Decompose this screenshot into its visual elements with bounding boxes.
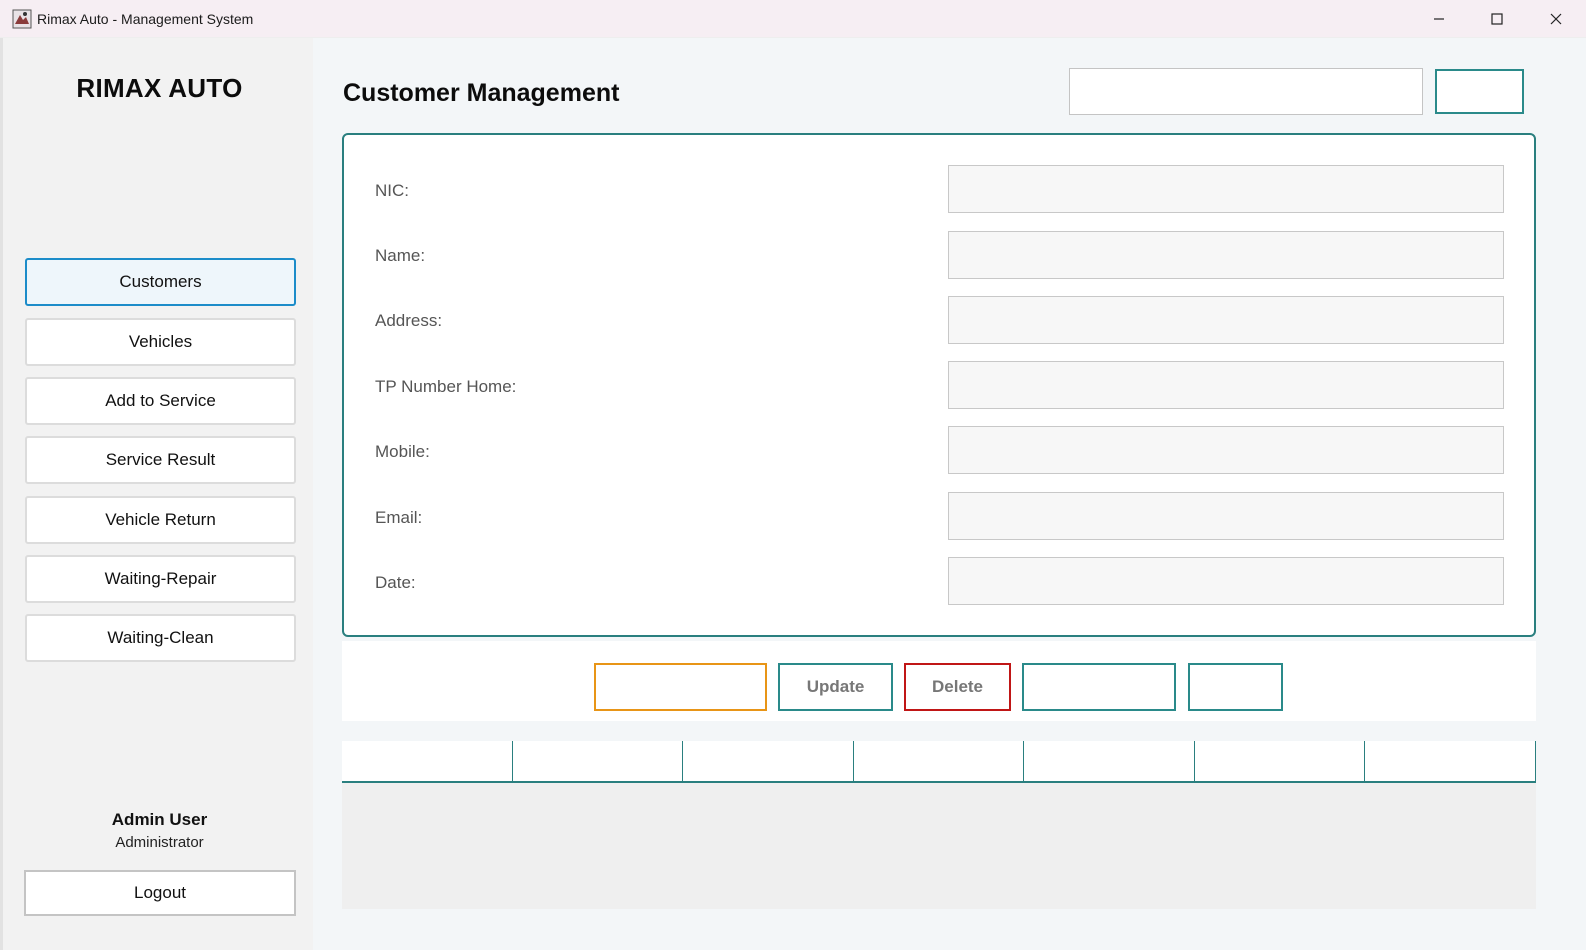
search-button[interactable] bbox=[1435, 69, 1524, 114]
table-column-header[interactable] bbox=[683, 741, 854, 781]
table-column-header[interactable] bbox=[1024, 741, 1195, 781]
user-name: Admin User bbox=[111, 810, 208, 829]
date-field[interactable] bbox=[948, 557, 1504, 605]
minimize-button[interactable] bbox=[1410, 0, 1468, 38]
table-header bbox=[342, 741, 1537, 783]
customer-table[interactable] bbox=[342, 741, 1537, 909]
address-label: Address: bbox=[375, 311, 443, 330]
sidebar: RIMAX AUTO Customers Vehicles Add to Ser… bbox=[0, 38, 313, 950]
nic-field[interactable] bbox=[948, 165, 1504, 213]
tp-home-field[interactable] bbox=[948, 361, 1504, 409]
sidebar-item-service-result[interactable]: Service Result bbox=[25, 436, 296, 484]
customer-form-panel: NIC: Name: Address: TP Number Home: Mobi… bbox=[342, 133, 1536, 637]
mobile-label: Mobile: bbox=[375, 442, 430, 461]
logout-button[interactable]: Logout bbox=[24, 870, 296, 916]
sidebar-item-vehicle-return[interactable]: Vehicle Return bbox=[25, 496, 296, 544]
name-label: Name: bbox=[375, 246, 426, 265]
sidebar-item-add-to-service[interactable]: Add to Service bbox=[25, 377, 296, 425]
table-column-header[interactable] bbox=[1365, 741, 1537, 781]
table-column-header[interactable] bbox=[342, 741, 513, 781]
search-input[interactable] bbox=[1069, 68, 1423, 115]
table-column-header[interactable] bbox=[854, 741, 1025, 781]
nic-label: NIC: bbox=[375, 181, 409, 200]
minimize-icon bbox=[1434, 18, 1444, 20]
sidebar-item-customers[interactable]: Customers bbox=[25, 258, 296, 306]
close-button[interactable] bbox=[1527, 0, 1585, 38]
sidebar-item-vehicles[interactable]: Vehicles bbox=[25, 318, 296, 366]
sidebar-item-waiting-clean[interactable]: Waiting-Clean bbox=[25, 614, 296, 662]
update-button[interactable]: Update bbox=[778, 663, 893, 711]
page-title: Customer Management bbox=[343, 79, 620, 107]
app-icon bbox=[12, 9, 32, 29]
table-column-header[interactable] bbox=[1195, 741, 1366, 781]
window-titlebar: Rimax Auto - Management System bbox=[0, 0, 1586, 38]
add-customer-button[interactable] bbox=[594, 663, 767, 711]
tp-home-label: TP Number Home: bbox=[375, 377, 517, 396]
main-content: Customer Management NIC: Name: Address: … bbox=[313, 38, 1586, 950]
window-title: Rimax Auto - Management System bbox=[37, 11, 254, 27]
table-column-header[interactable] bbox=[513, 741, 684, 781]
maximize-button[interactable] bbox=[1468, 0, 1526, 38]
user-role: Administrator bbox=[115, 834, 204, 851]
clear-button[interactable] bbox=[1188, 663, 1283, 711]
close-icon bbox=[1550, 13, 1562, 25]
action-button-bar: Update Delete bbox=[342, 641, 1536, 721]
maximize-icon bbox=[1491, 13, 1503, 25]
date-label: Date: bbox=[375, 573, 416, 592]
address-field[interactable] bbox=[948, 296, 1504, 344]
brand-title: RIMAX AUTO bbox=[76, 73, 243, 103]
delete-button[interactable]: Delete bbox=[904, 663, 1011, 711]
sidebar-item-waiting-repair[interactable]: Waiting-Repair bbox=[25, 555, 296, 603]
email-field[interactable] bbox=[948, 492, 1504, 540]
mobile-field[interactable] bbox=[948, 426, 1504, 474]
email-label: Email: bbox=[375, 508, 423, 527]
add-vehicle-button[interactable] bbox=[1022, 663, 1176, 711]
name-field[interactable] bbox=[948, 231, 1504, 279]
